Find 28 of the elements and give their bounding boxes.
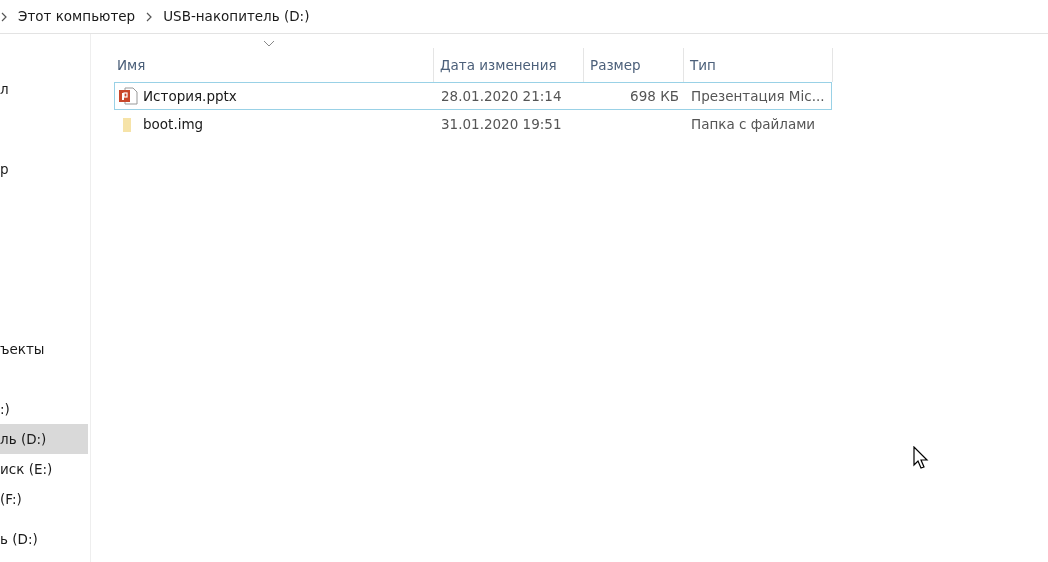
file-name: История.pptx bbox=[143, 86, 237, 106]
column-header[interactable]: Имя bbox=[111, 48, 433, 82]
modified-date: 31.01.2020 19:51 bbox=[440, 114, 563, 134]
sidebar-item[interactable]: иск (E:) bbox=[0, 454, 88, 484]
modified-date: 28.01.2020 21:14 bbox=[440, 86, 563, 106]
file-type: Папка с файлами bbox=[690, 114, 817, 134]
sidebar-item[interactable]: :) bbox=[0, 394, 88, 424]
file-size: 698 КБ bbox=[630, 87, 679, 104]
breadcrumb-item[interactable]: USB-накопитель (D:) bbox=[161, 6, 312, 27]
sidebar-item[interactable]: ль (D:) bbox=[0, 424, 88, 454]
chevron-icon[interactable] bbox=[145, 11, 154, 22]
sidebar-item[interactable]: (F:) bbox=[0, 484, 88, 514]
file-row[interactable]: boot.img 31.01.2020 19:51 Папка с файлами bbox=[114, 110, 832, 138]
file-row[interactable]: История.pptx 28.01.2020 21:14 698 КБ Презентация Mic... bbox=[114, 82, 832, 110]
column-header[interactable]: Тип bbox=[683, 48, 833, 82]
presentation-file-icon bbox=[118, 86, 138, 106]
sidebar-item[interactable]: ъекты bbox=[0, 334, 88, 364]
mouse-pointer-icon bbox=[913, 446, 929, 470]
file-name: boot.img bbox=[143, 114, 204, 134]
file-type: Презентация Mic... bbox=[690, 86, 826, 106]
breadcrumb-item[interactable]: Этот компьютер bbox=[16, 6, 138, 27]
chevron-icon[interactable] bbox=[0, 11, 8, 22]
column-header[interactable]: Размер bbox=[583, 48, 683, 82]
sidebar-item[interactable]: р bbox=[0, 154, 88, 184]
sort-caret-icon[interactable] bbox=[263, 40, 275, 47]
column-header[interactable]: Дата изменения bbox=[433, 48, 583, 82]
sidebar-item[interactable]: ь (D:) bbox=[0, 524, 88, 554]
sidebar-item[interactable]: л bbox=[0, 74, 88, 104]
